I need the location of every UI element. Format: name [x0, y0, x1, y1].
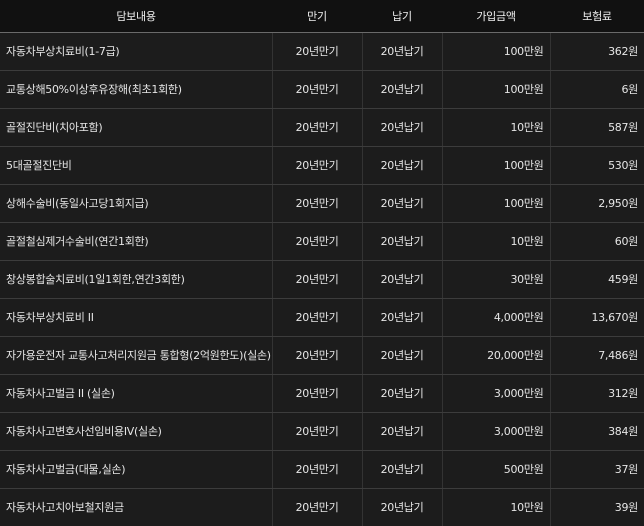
cell-term: 20년만기 — [271, 70, 362, 109]
cell-payment: 20년납기 — [361, 450, 442, 489]
table-row: 자동차부상치료비 II 20년만기 20년납기 4,000만원 13,670원 — [0, 298, 644, 337]
header-amount: 가입금액 — [442, 0, 550, 33]
cell-coverage: 자동차사고변호사선임비용IV(실손) — [0, 412, 272, 451]
header-coverage: 담보내용 — [0, 0, 272, 33]
cell-payment: 20년납기 — [361, 412, 442, 451]
cell-coverage: 자동차부상치료비(1-7급) — [0, 32, 272, 71]
cell-coverage: 창상봉합술치료비(1일1회한,연간3회한) — [0, 260, 272, 299]
cell-term: 20년만기 — [271, 222, 362, 261]
cell-premium: 530원 — [549, 146, 644, 185]
table-row: 창상봉합술치료비(1일1회한,연간3회한) 20년만기 20년납기 30만원 4… — [0, 260, 644, 299]
cell-premium: 312원 — [549, 374, 644, 413]
cell-amount: 100만원 — [441, 70, 550, 109]
cell-term: 20년만기 — [271, 488, 362, 526]
table-body: 자동차부상치료비(1-7급) 20년만기 20년납기 100만원 362원 교통… — [0, 32, 644, 526]
cell-amount: 10만원 — [441, 222, 550, 261]
cell-amount: 3,000만원 — [441, 374, 550, 413]
cell-coverage: 골절진단비(치아포함) — [0, 108, 272, 147]
cell-term: 20년만기 — [271, 374, 362, 413]
header-payment: 납기 — [362, 0, 442, 33]
cell-payment: 20년납기 — [361, 488, 442, 526]
cell-payment: 20년납기 — [361, 222, 442, 261]
cell-payment: 20년납기 — [361, 260, 442, 299]
cell-amount: 10만원 — [441, 108, 550, 147]
cell-premium: 6원 — [549, 70, 644, 109]
cell-coverage: 자동차사고벌금 II (실손) — [0, 374, 272, 413]
cell-coverage: 자동차사고치아보철지원금 — [0, 488, 272, 526]
table-row: 교통상해50%이상후유장해(최초1회한) 20년만기 20년납기 100만원 6… — [0, 70, 644, 109]
cell-amount: 20,000만원 — [441, 336, 550, 375]
cell-payment: 20년납기 — [361, 70, 442, 109]
header-row: 담보내용 만기 납기 가입금액 보험료 — [0, 0, 644, 33]
cell-premium: 587원 — [549, 108, 644, 147]
cell-term: 20년만기 — [271, 260, 362, 299]
header-premium: 보험료 — [550, 0, 644, 33]
table-row: 골절진단비(치아포함) 20년만기 20년납기 10만원 587원 — [0, 108, 644, 147]
table-row: 자동차부상치료비(1-7급) 20년만기 20년납기 100만원 362원 — [0, 32, 644, 71]
cell-coverage: 자동차사고벌금(대물,실손) — [0, 450, 272, 489]
cell-amount: 4,000만원 — [441, 298, 550, 337]
cell-premium: 37원 — [549, 450, 644, 489]
cell-amount: 500만원 — [441, 450, 550, 489]
table-row: 자동차사고벌금(대물,실손) 20년만기 20년납기 500만원 37원 — [0, 450, 644, 489]
cell-payment: 20년납기 — [361, 336, 442, 375]
cell-term: 20년만기 — [271, 108, 362, 147]
cell-amount: 100만원 — [441, 184, 550, 223]
cell-payment: 20년납기 — [361, 298, 442, 337]
table-row: 자동차사고치아보철지원금 20년만기 20년납기 10만원 39원 — [0, 488, 644, 526]
cell-amount: 10만원 — [441, 488, 550, 526]
cell-payment: 20년납기 — [361, 374, 442, 413]
cell-premium: 384원 — [549, 412, 644, 451]
cell-term: 20년만기 — [271, 450, 362, 489]
cell-term: 20년만기 — [271, 32, 362, 71]
cell-amount: 30만원 — [441, 260, 550, 299]
cell-amount: 100만원 — [441, 146, 550, 185]
cell-coverage: 골절철심제거수술비(연간1회한) — [0, 222, 272, 261]
cell-term: 20년만기 — [271, 184, 362, 223]
table-row: 골절철심제거수술비(연간1회한) 20년만기 20년납기 10만원 60원 — [0, 222, 644, 261]
cell-premium: 2,950원 — [549, 184, 644, 223]
cell-term: 20년만기 — [271, 412, 362, 451]
cell-premium: 60원 — [549, 222, 644, 261]
table-row: 자가용운전자 교통사고처리지원금 통합형(2억원한도)(실손) 20년만기 20… — [0, 336, 644, 375]
cell-coverage: 자동차부상치료비 II — [0, 298, 272, 337]
table-header: 담보내용 만기 납기 가입금액 보험료 — [0, 0, 644, 33]
cell-coverage: 5대골절진단비 — [0, 146, 272, 185]
table-row: 자동차사고변호사선임비용IV(실손) 20년만기 20년납기 3,000만원 3… — [0, 412, 644, 451]
header-term: 만기 — [272, 0, 362, 33]
cell-term: 20년만기 — [271, 298, 362, 337]
cell-coverage: 교통상해50%이상후유장해(최초1회한) — [0, 70, 272, 109]
cell-payment: 20년납기 — [361, 108, 442, 147]
coverage-table: 담보내용 만기 납기 가입금액 보험료 자동차부상치료비(1-7급) 20년만기… — [0, 0, 644, 526]
cell-premium: 39원 — [549, 488, 644, 526]
cell-payment: 20년납기 — [361, 32, 442, 71]
cell-term: 20년만기 — [271, 146, 362, 185]
cell-payment: 20년납기 — [361, 184, 442, 223]
cell-amount: 3,000만원 — [441, 412, 550, 451]
cell-premium: 13,670원 — [549, 298, 644, 337]
table-row: 자동차사고벌금 II (실손) 20년만기 20년납기 3,000만원 312원 — [0, 374, 644, 413]
table-row: 상해수술비(동일사고당1회지급) 20년만기 20년납기 100만원 2,950… — [0, 184, 644, 223]
cell-term: 20년만기 — [271, 336, 362, 375]
cell-amount: 100만원 — [441, 32, 550, 71]
cell-premium: 362원 — [549, 32, 644, 71]
cell-coverage: 상해수술비(동일사고당1회지급) — [0, 184, 272, 223]
cell-premium: 459원 — [549, 260, 644, 299]
table-row: 5대골절진단비 20년만기 20년납기 100만원 530원 — [0, 146, 644, 185]
cell-premium: 7,486원 — [549, 336, 644, 375]
cell-payment: 20년납기 — [361, 146, 442, 185]
cell-coverage: 자가용운전자 교통사고처리지원금 통합형(2억원한도)(실손) — [0, 336, 272, 375]
